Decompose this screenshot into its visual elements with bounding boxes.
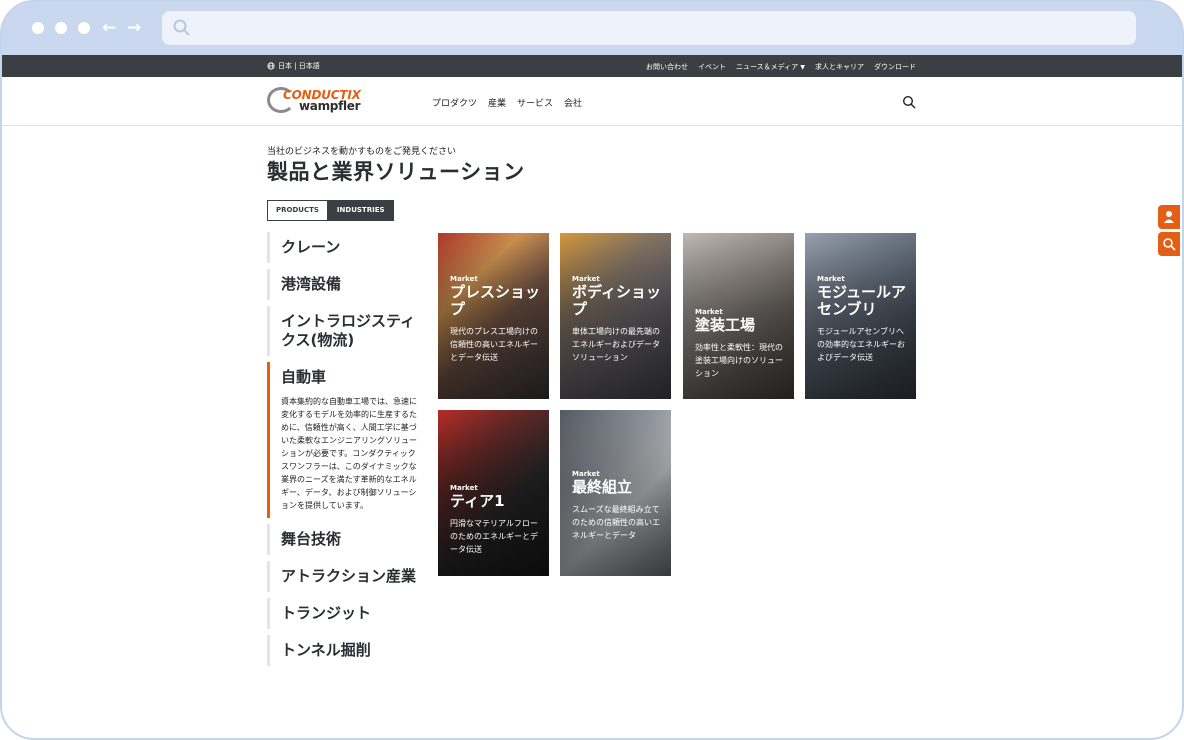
card-description: 効率性と柔軟性：現代の塗装工場向けのソリューション — [695, 343, 783, 378]
card-market-label: Market — [572, 275, 600, 283]
search-icon — [1163, 238, 1176, 251]
industries-tab[interactable]: INDUSTRIES — [327, 200, 394, 221]
main-navigation: プロダクツ 産業 サービス 会社 — [432, 96, 582, 109]
contact-person-button[interactable] — [1158, 205, 1180, 229]
site-search-icon[interactable] — [902, 95, 916, 109]
card-title: ボディショップ — [572, 283, 661, 318]
news-media-label: ニュース＆メディア — [735, 63, 799, 71]
menu-item-ports[interactable]: 港湾設備 — [267, 269, 417, 300]
web-page: 日本 | 日本語 お問い合わせ イベント ニュース＆メディア ▼ 求人とキャリア… — [2, 55, 1182, 738]
card-market-label: Market — [572, 470, 600, 478]
page-title: 製品と業界ソリューション — [267, 160, 525, 184]
industry-menu: クレーン 港湾設備 イントラロジスティクス(物流) 自動車 資本集約的な自動車工… — [267, 232, 417, 672]
language-label: 日本 | 日本語 — [278, 62, 320, 70]
nav-company[interactable]: 会社 — [564, 96, 582, 109]
menu-item-label: トンネル掘削 — [281, 641, 371, 659]
market-card-final-assembly[interactable]: Market 最終組立 スムーズな最終組み立てのための信頼性の高いエネルギーとデ… — [560, 410, 671, 576]
contact-link[interactable]: お問い合わせ — [646, 62, 688, 72]
menu-item-label: 舞台技術 — [281, 530, 342, 548]
nav-industries[interactable]: 産業 — [488, 96, 506, 109]
nav-services[interactable]: サービス — [517, 96, 553, 109]
logo-text-secondary: wampfler — [299, 99, 361, 113]
card-title: 最終組立 — [572, 478, 633, 496]
card-description: 車体工場向けの最先端のエネルギーおよびデータソリューション — [572, 327, 660, 362]
forward-arrow-icon[interactable]: → — [127, 18, 141, 38]
card-description: 円滑なマテリアルフローのためのエネルギーとデータ伝送 — [450, 519, 538, 554]
card-title: モジュールアセンブリ — [817, 283, 906, 318]
market-card-body-shop[interactable]: Market ボディショップ 車体工場向けの最先端のエネルギーおよびデータソリュ… — [560, 233, 671, 399]
chevron-down-icon: ▼ — [800, 64, 805, 71]
menu-item-description: 資本集約的な自動車工場では、急速に変化するモデルを効率的に生産するために、信頼性… — [281, 397, 417, 510]
market-card-module-assembly[interactable]: Market モジュールアセンブリ モジュールアセンブリへの効率的なエネルギーお… — [805, 233, 916, 399]
window-minimize-dot[interactable] — [55, 22, 67, 34]
card-title: ティア1 — [450, 492, 505, 510]
browser-window: ← → 日本 | 日本語 お問い合わせ イベント ニュース＆メディア ▼ 求人と… — [0, 0, 1184, 740]
market-card-tier1[interactable]: Market ティア1 円滑なマテリアルフローのためのエネルギーとデータ伝送 — [438, 410, 549, 576]
browser-toolbar: ← → — [2, 2, 1182, 56]
menu-item-label: クレーン — [281, 238, 341, 256]
window-close-dot[interactable] — [32, 22, 44, 34]
person-icon — [1164, 211, 1174, 223]
utility-bar: 日本 | 日本語 お問い合わせ イベント ニュース＆メディア ▼ 求人とキャリア… — [2, 55, 1182, 77]
events-link[interactable]: イベント — [698, 62, 726, 72]
menu-item-label: 港湾設備 — [281, 275, 342, 293]
nav-products[interactable]: プロダクツ — [432, 96, 477, 109]
globe-icon — [267, 62, 275, 70]
search-icon — [173, 19, 190, 36]
market-card-paint-shop[interactable]: Market 塗装工場 効率性と柔軟性：現代の塗装工場向けのソリューション — [683, 233, 794, 399]
card-title: 塗装工場 — [695, 316, 756, 334]
window-zoom-dot[interactable] — [78, 22, 90, 34]
news-media-link[interactable]: ニュース＆メディア ▼ — [736, 62, 805, 72]
menu-item-label: 自動車 — [281, 368, 327, 386]
card-market-label: Market — [450, 275, 478, 283]
floating-search-button[interactable] — [1158, 232, 1180, 256]
view-toggle: PRODUCTS INDUSTRIES — [267, 200, 394, 221]
menu-item-amusement[interactable]: アトラクション産業 — [267, 561, 417, 592]
download-link[interactable]: ダウンロード — [874, 62, 916, 72]
card-description: モジュールアセンブリへの効率的なエネルギーおよびデータ伝送 — [817, 327, 905, 362]
products-tab[interactable]: PRODUCTS — [267, 200, 328, 221]
address-bar[interactable] — [162, 11, 1136, 45]
card-market-label: Market — [817, 275, 845, 283]
card-description: スムーズな最終組み立てのための信頼性の高いエネルギーとデータ — [572, 505, 660, 540]
card-market-label: Market — [450, 484, 478, 492]
menu-item-intralogistics[interactable]: イントラロジスティクス(物流) — [267, 306, 417, 356]
menu-item-cranes[interactable]: クレーン — [267, 232, 417, 263]
menu-item-label: アトラクション産業 — [281, 567, 417, 585]
main-header: CONDUCTIX wampfler プロダクツ 産業 サービス 会社 — [2, 77, 1182, 126]
menu-item-tunneling[interactable]: トンネル掘削 — [267, 635, 417, 666]
conductix-wampfler-logo[interactable]: CONDUCTIX wampfler — [267, 85, 367, 117]
card-market-label: Market — [695, 308, 723, 316]
back-arrow-icon[interactable]: ← — [102, 18, 116, 38]
menu-item-transit[interactable]: トランジット — [267, 598, 417, 629]
card-title: プレスショップ — [450, 283, 541, 318]
menu-item-label: トランジット — [281, 604, 372, 622]
menu-item-stage[interactable]: 舞台技術 — [267, 524, 417, 555]
market-card-press-shop[interactable]: Market プレスショップ 現代のプレス工場向けの信頼性の高いエネルギーとデー… — [438, 233, 549, 399]
careers-link[interactable]: 求人とキャリア — [815, 62, 864, 72]
language-selector[interactable]: 日本 | 日本語 — [267, 61, 320, 71]
menu-item-automotive[interactable]: 自動車 資本集約的な自動車工場では、急速に変化するモデルを効率的に生産するために… — [267, 362, 417, 518]
menu-item-label: イントラロジスティクス(物流) — [281, 312, 416, 349]
card-description: 現代のプレス工場向けの信頼性の高いエネルギーとデータ伝送 — [450, 327, 538, 362]
